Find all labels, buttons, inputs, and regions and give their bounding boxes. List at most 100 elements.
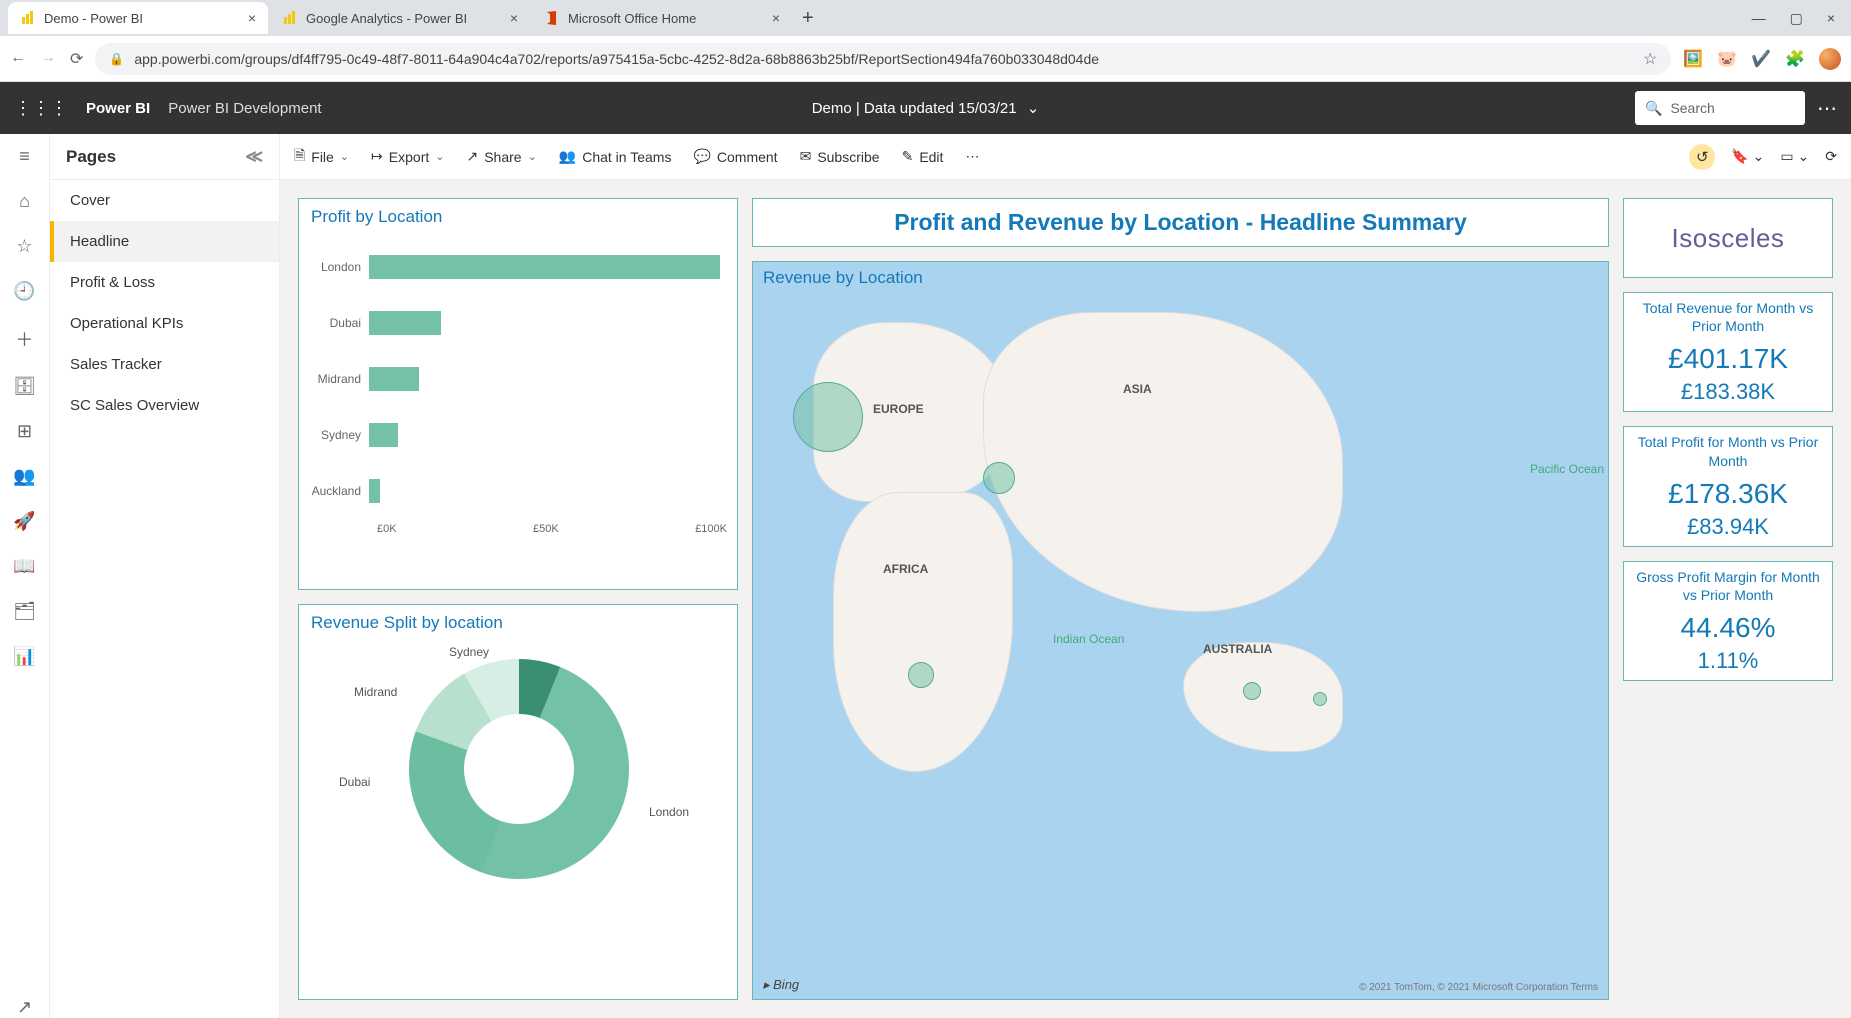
- chat-teams-button[interactable]: 👥Chat in Teams: [559, 148, 672, 165]
- donut-label-sydney: Sydney: [449, 645, 489, 659]
- comment-button[interactable]: 💬Comment: [693, 148, 777, 165]
- comment-icon: 💬: [693, 148, 710, 165]
- map-label: AUSTRALIA: [1203, 642, 1272, 656]
- chevron-down-icon: ⌄: [340, 150, 349, 163]
- star-icon[interactable]: ☆: [1643, 49, 1657, 69]
- more-options-icon[interactable]: ⋯: [1817, 96, 1837, 121]
- export-menu[interactable]: ↦Export⌄: [371, 148, 444, 165]
- map-bubble-dubai[interactable]: [983, 462, 1015, 494]
- chevron-down-icon[interactable]: ⌄: [1027, 100, 1040, 117]
- powerbi-header: ⋮⋮⋮ Power BI Power BI Development Demo |…: [0, 82, 1851, 134]
- headline-title: Profit and Revenue by Location - Headlin…: [753, 199, 1608, 246]
- brand-logo-card: Isosceles: [1623, 198, 1833, 278]
- report-title-center[interactable]: Demo | Data updated 15/03/21 ⌄: [812, 99, 1040, 117]
- learn-icon[interactable]: 🚀: [13, 511, 35, 532]
- page-item-sc-sales[interactable]: SC Sales Overview: [50, 385, 279, 426]
- mail-icon: ✉: [800, 148, 812, 165]
- browser-tab-active[interactable]: Demo - Power BI ×: [8, 2, 268, 34]
- profile-avatar[interactable]: [1819, 48, 1841, 70]
- page-item-pl[interactable]: Profit & Loss: [50, 262, 279, 303]
- view-mode-icon[interactable]: ▭ ⌄: [1780, 148, 1809, 165]
- map-bubble-sydney[interactable]: [1243, 682, 1261, 700]
- map-card[interactable]: EUROPE AFRICA ASIA AUSTRALIA Indian Ocea…: [752, 261, 1609, 1000]
- reload-icon[interactable]: ⟳: [70, 49, 83, 69]
- menu-icon[interactable]: ≡: [19, 146, 30, 167]
- page-item-headline[interactable]: Headline: [50, 221, 279, 262]
- page-item-kpis[interactable]: Operational KPIs: [50, 303, 279, 344]
- pages-title: Pages: [66, 147, 116, 167]
- get-data-icon[interactable]: ↗: [17, 997, 32, 1018]
- map-bubble-auckland[interactable]: [1313, 692, 1327, 706]
- donut-chart-card[interactable]: Revenue Split by location London Dubai M…: [298, 604, 738, 1000]
- browser-tab[interactable]: Google Analytics - Power BI ×: [270, 2, 530, 34]
- extensions-puzzle-icon[interactable]: 🧩: [1785, 49, 1805, 69]
- address-bar[interactable]: 🔒 app.powerbi.com/groups/df4ff795-0c49-4…: [95, 43, 1671, 75]
- collapse-panel-icon[interactable]: ≪: [245, 147, 263, 167]
- extension-icon[interactable]: ✔️: [1751, 49, 1771, 69]
- forward-icon[interactable]: →: [40, 49, 56, 69]
- apps-icon[interactable]: ⊞: [17, 421, 32, 442]
- share-icon: ↗: [466, 148, 478, 165]
- map-bubble-london[interactable]: [793, 382, 863, 452]
- map-label: AFRICA: [883, 562, 928, 576]
- create-icon[interactable]: ＋: [16, 326, 34, 352]
- share-menu[interactable]: ↗Share⌄: [466, 148, 536, 165]
- browser-tab[interactable]: Microsoft Office Home ×: [532, 2, 792, 34]
- file-icon: 🗎: [294, 145, 305, 169]
- kpi-label: Total Revenue for Month vs Prior Month: [1628, 299, 1828, 335]
- more-actions-icon[interactable]: ⋯: [965, 148, 979, 165]
- kpi-label: Gross Profit Margin for Month vs Prior M…: [1628, 568, 1828, 604]
- recent-icon[interactable]: 🕘: [13, 281, 35, 302]
- map-bubble-midrand[interactable]: [908, 662, 934, 688]
- extension-icon[interactable]: 🖼️: [1683, 49, 1703, 69]
- teams-icon: 👥: [559, 148, 576, 165]
- subscribe-button[interactable]: ✉Subscribe: [800, 148, 880, 165]
- close-icon[interactable]: ×: [248, 10, 256, 26]
- app-launcher-icon[interactable]: ⋮⋮⋮: [14, 98, 68, 119]
- my-workspace-icon[interactable]: 📊: [13, 646, 35, 667]
- tab-label: Google Analytics - Power BI: [306, 11, 467, 26]
- powerbi-icon: [20, 10, 36, 26]
- bar-chart-body: London Dubai Midrand Sydney Auckland: [299, 235, 737, 519]
- map-label: Indian Ocean: [1053, 632, 1124, 646]
- donut-label-dubai: Dubai: [339, 775, 370, 789]
- extension-icon[interactable]: 🐷: [1717, 49, 1737, 69]
- bookmark-icon[interactable]: 🔖 ⌄: [1731, 148, 1764, 165]
- reset-button[interactable]: ↺: [1689, 144, 1715, 170]
- workspaces-icon[interactable]: 📖: [13, 556, 35, 577]
- kpi-profit-card[interactable]: Total Profit for Month vs Prior Month £1…: [1623, 426, 1833, 546]
- nav-rail: ≡ ⌂ ☆ 🕘 ＋ 🗄 ⊞ 👥 🚀 📖 🗂 📊 ↗: [0, 134, 50, 1018]
- back-icon[interactable]: ←: [10, 49, 26, 69]
- edit-button[interactable]: ✎Edit: [902, 148, 944, 165]
- report-canvas: Profit by Location London Dubai Midrand …: [280, 180, 1851, 1018]
- search-box[interactable]: 🔍 Search: [1635, 91, 1805, 125]
- bar-label: Auckland: [309, 484, 369, 498]
- file-menu[interactable]: 🗎File⌄: [294, 145, 349, 169]
- workspace-name[interactable]: Power BI Development: [168, 100, 321, 117]
- headline-title-card: Profit and Revenue by Location - Headlin…: [752, 198, 1609, 247]
- new-tab-button[interactable]: +: [794, 7, 822, 30]
- powerbi-icon: [282, 10, 298, 26]
- maximize-icon[interactable]: ▢: [1790, 10, 1803, 27]
- page-item-cover[interactable]: Cover: [50, 180, 279, 221]
- datasets-icon[interactable]: 🗄: [13, 376, 36, 397]
- close-icon[interactable]: ×: [510, 10, 518, 26]
- deployment-icon[interactable]: 🗂: [13, 601, 36, 622]
- minimize-icon[interactable]: —: [1752, 10, 1766, 27]
- bing-logo: ▸ Bing: [763, 977, 799, 993]
- favorites-icon[interactable]: ☆: [16, 236, 32, 257]
- kpi-value-big: 44.46%: [1628, 612, 1828, 644]
- home-icon[interactable]: ⌂: [19, 191, 30, 212]
- bar-chart-card[interactable]: Profit by Location London Dubai Midrand …: [298, 198, 738, 590]
- office-icon: [544, 10, 560, 26]
- chevron-down-icon: ⌄: [528, 150, 537, 163]
- brand-label[interactable]: Power BI: [86, 100, 150, 117]
- bar-label: Dubai: [309, 316, 369, 330]
- shared-icon[interactable]: 👥: [13, 466, 35, 487]
- page-item-sales-tracker[interactable]: Sales Tracker: [50, 344, 279, 385]
- kpi-margin-card[interactable]: Gross Profit Margin for Month vs Prior M…: [1623, 561, 1833, 681]
- close-icon[interactable]: ×: [772, 10, 780, 26]
- close-window-icon[interactable]: ×: [1827, 10, 1835, 27]
- kpi-revenue-card[interactable]: Total Revenue for Month vs Prior Month £…: [1623, 292, 1833, 412]
- refresh-icon[interactable]: ⟳: [1825, 148, 1837, 165]
